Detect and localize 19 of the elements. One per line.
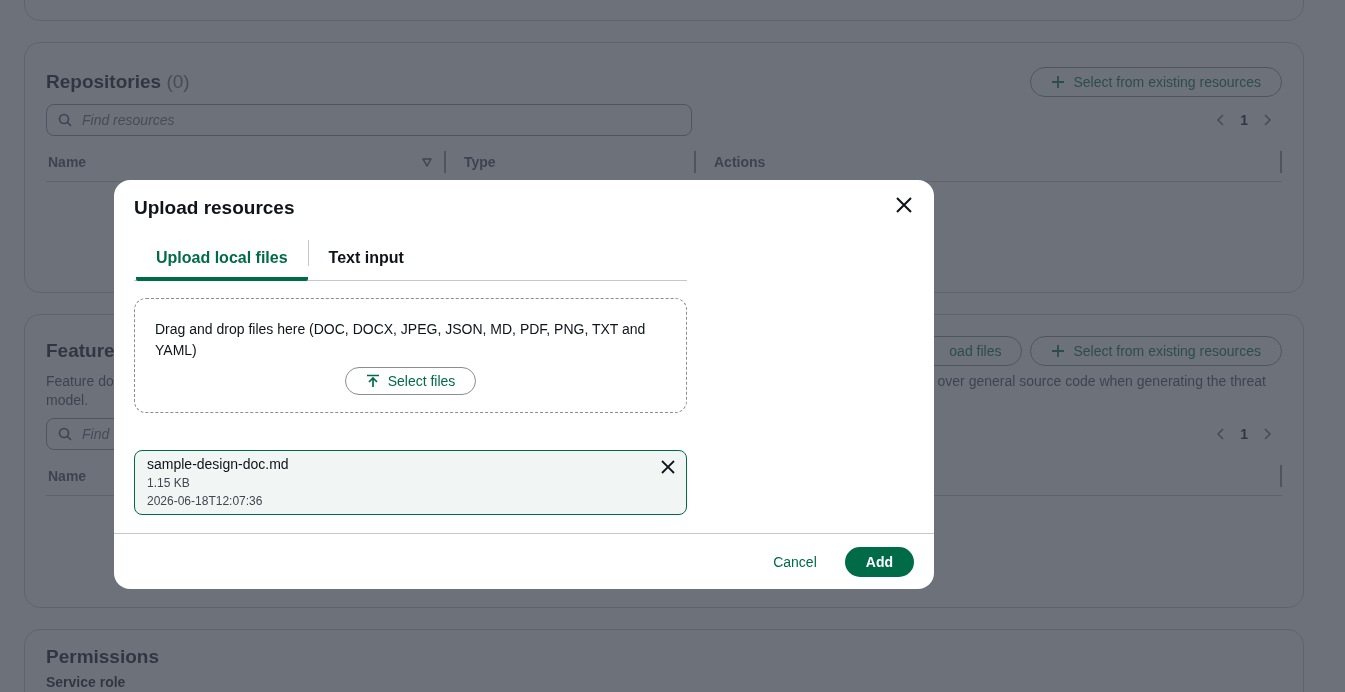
- file-size: 1.15 KB: [147, 476, 190, 490]
- drop-zone[interactable]: Drag and drop files here (DOC, DOCX, JPEG, JSON, MD, PDF, PNG, TXT and YAML) Select files: [134, 298, 687, 413]
- file-name: sample-design-doc.md: [147, 456, 289, 472]
- dialog-title: Upload resources: [134, 197, 295, 219]
- drop-instructions: Drag and drop files here (DOC, DOCX, JPEG, JSON, MD, PDF, PNG, TXT and YAML): [155, 320, 647, 360]
- select-files-button[interactable]: Select files: [344, 367, 477, 395]
- remove-icon[interactable]: [661, 460, 675, 474]
- file-date: 2026-06-18T12:07:36: [147, 494, 263, 508]
- tab[interactable]: Upload local files: [136, 238, 308, 281]
- field-label: Service role: [46, 674, 127, 690]
- upload-icon: [365, 374, 380, 388]
- page-number[interactable]: 1: [1240, 112, 1248, 128]
- tab[interactable]: Text input: [308, 238, 424, 281]
- section-title: Feature: [46, 340, 115, 362]
- page-number[interactable]: 1: [1240, 426, 1248, 442]
- cancel-button[interactable]: Cancel: [755, 547, 835, 576]
- section-title: Permissions: [46, 646, 160, 668]
- add-button[interactable]: Add: [844, 546, 914, 577]
- close-icon[interactable]: [895, 196, 913, 214]
